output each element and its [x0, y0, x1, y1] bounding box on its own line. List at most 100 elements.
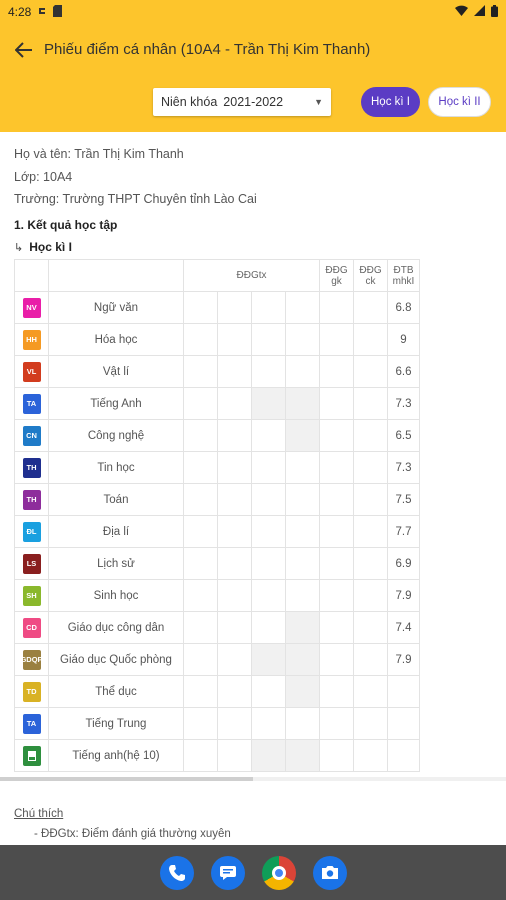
- ddggk-cell: [319, 451, 354, 484]
- average-score: 6.6: [387, 355, 420, 388]
- subject-icon: CN: [22, 425, 41, 446]
- ddggk-cell: [319, 707, 354, 740]
- section-title: 1. Kết quả học tập: [14, 218, 118, 232]
- ddggk-cell: [319, 323, 354, 356]
- average-score: 9: [387, 323, 420, 356]
- ddgtx-cell: [217, 483, 252, 516]
- average-score: 7.7: [387, 515, 420, 548]
- header-cell-ddggk: ĐĐG gk: [319, 259, 354, 292]
- table-row: TA Tiếng Trung: [14, 707, 420, 740]
- ddggk-cell: [319, 579, 354, 612]
- ddgtx-cell: [285, 387, 320, 420]
- subject-name: Vật lí: [48, 355, 184, 388]
- ddggk-cell: [319, 419, 354, 452]
- term1-button[interactable]: Học kì I: [361, 87, 420, 117]
- subject-name: Giáo dục công dân: [48, 611, 184, 644]
- ddgtx-cell: [251, 515, 286, 548]
- ddgtx-cell: [183, 291, 218, 324]
- subject-name: Giáo dục Quốc phòng: [48, 643, 184, 676]
- ddgtx-cell: [251, 355, 286, 388]
- subject-icon: ĐL: [22, 521, 41, 542]
- school-year-select[interactable]: Niên khóa 2021-2022 ▼: [153, 88, 331, 116]
- messages-app-icon[interactable]: [210, 855, 245, 890]
- ddgtx-cell: [217, 323, 252, 356]
- average-score: 7.9: [387, 579, 420, 612]
- chevron-down-icon: ▼: [314, 97, 323, 107]
- ddgtx-cell: [183, 707, 218, 740]
- subject-icon-cell: CN: [14, 419, 49, 452]
- subject-icon: LS: [22, 553, 41, 574]
- chrome-app-icon[interactable]: [261, 855, 296, 890]
- subject-icon-cell: TH: [14, 451, 49, 484]
- ddggk-cell: [319, 547, 354, 580]
- ddgtx-cell: [217, 547, 252, 580]
- ddgtx-cell: [183, 515, 218, 548]
- app-header: Phiếu điểm cá nhân (10A4 - Trần Thị Kim …: [0, 24, 506, 132]
- subject-icon-cell: TA: [14, 707, 49, 740]
- ddggk-cell: [319, 675, 354, 708]
- battery-icon: [491, 4, 498, 20]
- subject-icon-cell: [14, 739, 49, 772]
- subject-icon-cell: LS: [14, 547, 49, 580]
- ddgtx-cell: [251, 611, 286, 644]
- ddgck-cell: [353, 739, 388, 772]
- subject-icon-cell: TD: [14, 675, 49, 708]
- ddgtx-cell: [285, 291, 320, 324]
- header-cell-ddgck: ĐĐG ck: [353, 259, 388, 292]
- ddgck-cell: [353, 515, 388, 548]
- ddgtx-cell: [217, 355, 252, 388]
- wifi-icon: [455, 5, 468, 19]
- notes-title: Chú thích: [14, 808, 64, 820]
- ddggk-cell: [319, 355, 354, 388]
- subject-name: Sinh học: [48, 579, 184, 612]
- phone-app-icon[interactable]: [159, 855, 194, 890]
- ddgck-cell: [353, 643, 388, 676]
- subject-name: Hóa học: [48, 323, 184, 356]
- subject-icon: NV: [22, 297, 41, 318]
- ddgtx-cell: [251, 675, 286, 708]
- ddgtx-cell: [251, 643, 286, 676]
- ddggk-cell: [319, 515, 354, 548]
- term-title-label: Học kì I: [29, 240, 72, 254]
- ddgtx-cell: [183, 483, 218, 516]
- ddgtx-cell: [285, 547, 320, 580]
- ddgtx-cell: [217, 643, 252, 676]
- ddgck-cell: [353, 355, 388, 388]
- ddgtx-cell: [285, 579, 320, 612]
- subject-name: Tiếng Trung: [48, 707, 184, 740]
- subject-name: Thể dục: [48, 675, 184, 708]
- subject-icon: [22, 745, 41, 766]
- ddgtx-cell: [183, 451, 218, 484]
- horizontal-scrollbar-thumb[interactable]: [0, 777, 253, 781]
- ddgtx-cell: [285, 355, 320, 388]
- ddgtx-cell: [251, 547, 286, 580]
- average-score: 7.4: [387, 611, 420, 644]
- ddgtx-cell: [183, 611, 218, 644]
- table-row: TD Thể dục: [14, 675, 420, 708]
- back-button[interactable]: [12, 38, 36, 62]
- ddgtx-cell: [285, 739, 320, 772]
- table-row: CD Giáo dục công dân 7.4: [14, 611, 420, 644]
- term2-button[interactable]: Học kì II: [428, 87, 491, 117]
- ddgtx-cell: [217, 419, 252, 452]
- ddgtx-cell: [285, 707, 320, 740]
- file-icon: [27, 750, 36, 761]
- subject-icon: HH: [22, 329, 41, 350]
- subject-icon: SH: [22, 585, 41, 606]
- sdcard-icon: [53, 4, 63, 20]
- average-score: 7.9: [387, 643, 420, 676]
- ddgtx-cell: [251, 739, 286, 772]
- table-row: Tiếng anh(hệ 10): [14, 739, 420, 772]
- table-row: LS Lịch sử 6.9: [14, 547, 420, 580]
- ddggk-cell: [319, 611, 354, 644]
- camera-app-icon[interactable]: [312, 855, 347, 890]
- ddgtx-cell: [251, 451, 286, 484]
- subject-icon: TA: [22, 393, 41, 414]
- ddgck-cell: [353, 387, 388, 420]
- subject-icon: TD: [22, 681, 41, 702]
- table-row: ĐL Địa lí 7.7: [14, 515, 420, 548]
- subject-name: Tiếng anh(hệ 10): [48, 739, 184, 772]
- subject-icon-cell: NV: [14, 291, 49, 324]
- table-row: HH Hóa học 9: [14, 323, 420, 356]
- ddgtx-cell: [285, 515, 320, 548]
